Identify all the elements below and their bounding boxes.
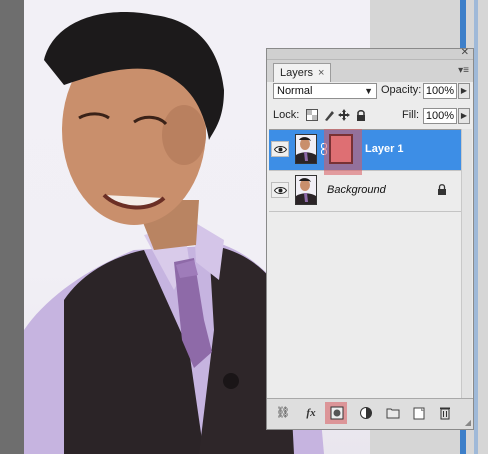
fill-slider-button[interactable]: ▶ (458, 108, 470, 124)
visibility-eye-icon[interactable] (271, 141, 289, 157)
opacity-label: Opacity: (381, 84, 422, 96)
layer-name[interactable]: Background (327, 184, 386, 196)
panel-menu-icon[interactable]: ▾≡ (458, 65, 469, 76)
opacity-input[interactable]: 100% (423, 83, 457, 99)
lock-position-icon[interactable] (338, 109, 350, 121)
fill-label: Fill: (402, 109, 420, 121)
close-panel-icon[interactable]: ✕ (461, 47, 469, 58)
layer-name[interactable]: Layer 1 (365, 143, 404, 155)
visibility-eye-icon[interactable] (271, 182, 289, 198)
blend-mode-value: Normal (277, 85, 313, 97)
add-mask-icon[interactable] (329, 406, 345, 420)
lock-image-pixels-icon[interactable] (323, 109, 335, 121)
fx-icon[interactable]: fx (303, 406, 319, 420)
opacity-slider-button[interactable]: ▶ (458, 83, 470, 99)
tab-layers-label: Layers (280, 67, 314, 79)
tab-layers[interactable]: Layers × (273, 63, 332, 83)
layer-thumbnail[interactable] (295, 134, 317, 164)
mask-highlight-overlay (324, 129, 362, 175)
layer-row-background[interactable]: Background (269, 171, 461, 212)
fill-input[interactable]: 100% (423, 108, 457, 124)
panel-titlebar[interactable]: ✕ (267, 47, 473, 60)
panel-tabrow: Layers × ▾≡ (267, 60, 473, 83)
layers-list: Layer 1 Background (269, 129, 461, 399)
panel-body: Normal ▼ Opacity: 100% ▶ Lock: Fill: 100… (267, 82, 473, 429)
lock-row: Lock: Fill: 100% ▶ (271, 106, 470, 128)
adjustment-layer-icon[interactable] (359, 406, 375, 420)
scrollbar-accent-secondary (474, 0, 478, 454)
lock-all-icon[interactable] (355, 109, 367, 121)
trash-icon[interactable] (437, 406, 453, 420)
layers-panel: ✕ Layers × ▾≡ Normal ▼ Opacity: 100% ▶ Lo… (266, 47, 474, 430)
layer-row-layer-1[interactable]: Layer 1 (269, 130, 461, 171)
layer-locked-icon (438, 184, 446, 195)
lock-label: Lock: (273, 109, 300, 121)
resize-grip-icon[interactable]: ◢ (465, 418, 471, 427)
panel-footer: ⛓ fx ◢ (267, 398, 473, 429)
lock-transparent-pixels-icon[interactable] (306, 109, 318, 121)
group-folder-icon[interactable] (385, 406, 401, 420)
blend-mode-select[interactable]: Normal ▼ (273, 83, 377, 99)
new-layer-icon[interactable] (411, 406, 427, 420)
layer-thumbnail[interactable] (295, 175, 317, 205)
link-layers-icon[interactable]: ⛓ (275, 406, 291, 420)
blend-row: Normal ▼ Opacity: 100% ▶ (271, 82, 470, 104)
chevron-down-icon: ▼ (364, 86, 373, 96)
tab-close-icon[interactable]: × (318, 67, 324, 79)
layers-scrollbar[interactable] (461, 129, 472, 399)
